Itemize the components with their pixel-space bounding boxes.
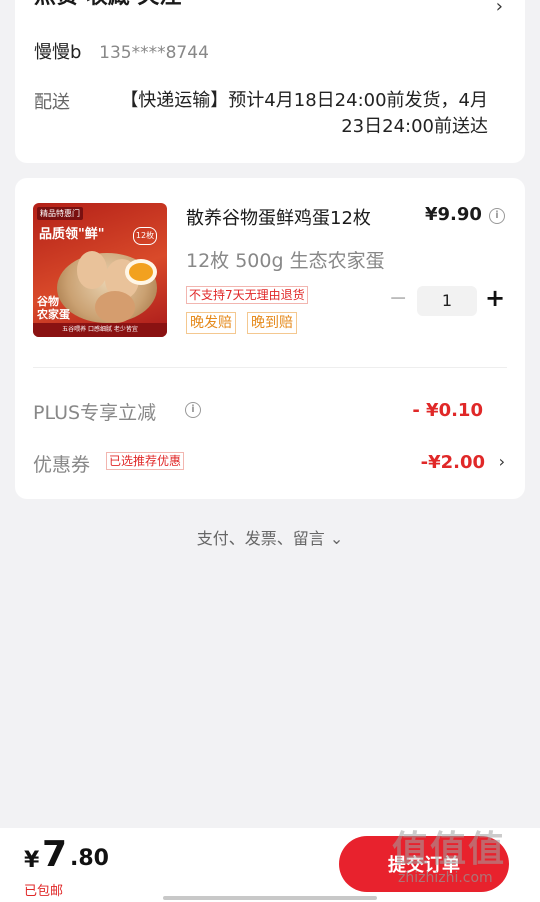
thumb-slogan: 品质领"鲜" [39,227,105,242]
watermark-logo: 值值值 [392,829,507,870]
quantity-input[interactable]: 1 [417,286,477,316]
late-arrival-badge[interactable]: 晚到赔 [247,312,297,334]
thumb-big-text: 谷物 农家蛋 [37,295,70,321]
divider [33,367,507,368]
currency-symbol: ¥ [24,848,40,873]
contact-info: 慢慢b 135****8744 [34,38,209,64]
total-price-integer: 7 [42,834,68,875]
quantity-increase-button[interactable]: + [485,284,505,312]
plus-discount-value: - ¥0.10 [412,400,483,421]
contact-phone: 135****8744 [99,43,209,63]
no-return-tag: 不支持7天无理由退货 [186,286,308,304]
payment-invoice-note-link[interactable]: 支付、发票、留言 ⌄ [0,525,540,549]
plus-discount-text: PLUS专享立减 [33,402,157,424]
thumb-badge: 12枚 [133,227,157,245]
total-price-decimal: .80 [70,846,109,871]
order-item-card: 精品特惠门 品质领"鲜" 12枚 谷物 农家蛋 五谷喂养 口感细腻 老少皆宜 散… [15,178,525,499]
egg-shape [95,291,135,323]
coupon-label: 优惠券 [33,454,91,476]
home-indicator[interactable] [163,896,377,900]
late-ship-badge[interactable]: 晚发赔 [186,312,236,334]
coupon-recommend-tag: 已选推荐优惠 [106,452,185,470]
yolk-shape [129,263,153,281]
egg-shape [77,251,107,289]
quantity-decrease-button[interactable]: − [389,286,407,311]
chevron-right-icon[interactable]: › [496,0,503,17]
address-title: 点赞 收藏 关注 [34,0,181,10]
product-thumbnail[interactable]: 精品特惠门 品质领"鲜" 12枚 谷物 农家蛋 五谷喂养 口感细腻 老少皆宜 [33,203,167,337]
thumb-strip: 五谷喂养 口感细腻 老少皆宜 [33,323,167,337]
product-price: ¥9.90 [425,204,482,225]
shipping-label: 配送 [34,92,70,113]
thumb-store-tag: 精品特惠门 [37,207,83,220]
product-title[interactable]: 散养谷物蛋鲜鸡蛋12枚 [186,204,371,230]
info-icon[interactable]: i [185,402,201,418]
shipping-text: 【快递运输】预计4月18日24:00前发货，4月23日24:00前送达 [120,90,488,137]
product-spec: 12枚 500g 生态农家蛋 [186,250,385,272]
coupon-value[interactable]: -¥2.00 [421,452,485,473]
address-card[interactable]: 点赞 收藏 关注 › 慢慢b 135****8744 配送 【快递运输】预计4月… [15,0,525,163]
free-shipping-note: 已包邮 [24,884,64,899]
info-icon[interactable]: i [489,208,505,224]
plus-discount-label: PLUS专享立减 [33,398,156,425]
watermark-url: zhizhizhi.com [398,870,493,886]
contact-name: 慢慢b [34,42,82,63]
chevron-right-icon[interactable]: › [499,452,505,471]
